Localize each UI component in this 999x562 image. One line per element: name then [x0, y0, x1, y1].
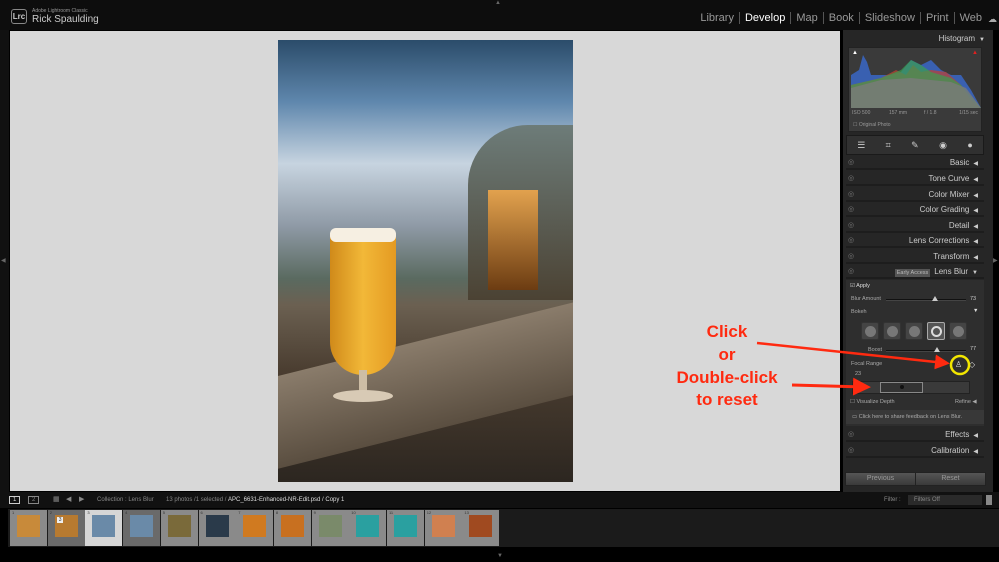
annotation-arrow-1: [756, 341, 950, 370]
annotation-highlight-circle: [949, 354, 971, 376]
annotation-overlay: [756, 341, 971, 396]
annotation-arrow-2: [791, 377, 871, 396]
